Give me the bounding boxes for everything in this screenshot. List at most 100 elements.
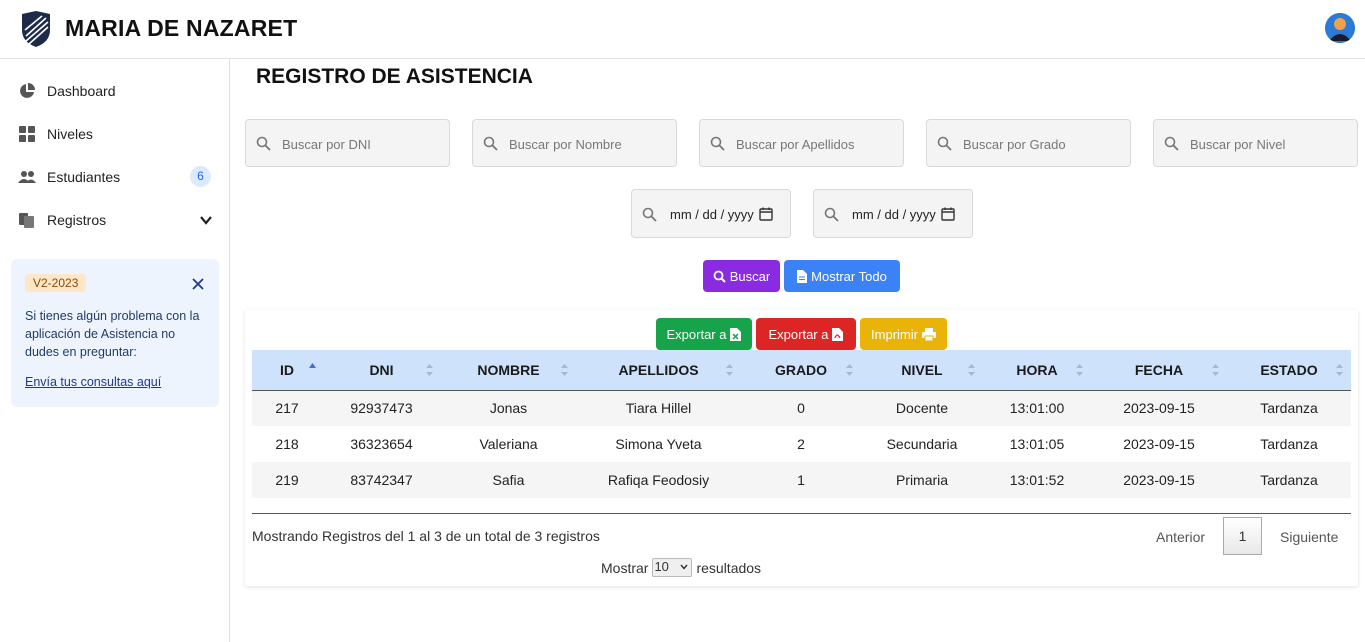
sidebar-item-registros[interactable]: Registros: [0, 200, 229, 240]
results-label: resultados: [696, 559, 762, 576]
cell-apellidos: Rafiqa Feodosiy: [607, 472, 710, 488]
cell-id: 218: [275, 436, 299, 452]
cell-nombre: Valeriana: [479, 436, 538, 452]
sidebar-item-dashboard[interactable]: Dashboard: [0, 71, 229, 111]
sort-icon: [1076, 364, 1083, 376]
sidebar-item-label: Estudiantes: [47, 169, 121, 185]
cell-fecha: 2023-09-15: [1123, 436, 1195, 452]
search-apellidos-field[interactable]: [699, 119, 904, 167]
cell-apellidos: Simona Yveta: [615, 436, 702, 452]
search-nivel-input[interactable]: [1190, 134, 1350, 154]
search-icon: [710, 136, 725, 151]
mostrar-todo-button[interactable]: Mostrar Todo: [784, 260, 900, 292]
export-excel-button[interactable]: Exportar a: [656, 318, 752, 350]
search-icon: [256, 136, 271, 151]
date-from-value: mm / dd / yyyy: [670, 207, 754, 222]
sort-icon: [426, 364, 433, 376]
pagination-page-1[interactable]: 1: [1223, 517, 1262, 555]
sidebar-item-niveles[interactable]: Niveles: [0, 114, 229, 154]
chevron-down-icon[interactable]: [199, 213, 213, 227]
print-label: Imprimir: [871, 326, 918, 342]
sidebar-item-label: Dashboard: [47, 83, 116, 99]
cell-hora: 13:01:05: [1009, 436, 1065, 452]
users-icon: [18, 171, 36, 183]
column-header-grado[interactable]: GRADO: [741, 350, 861, 391]
column-header-nivel[interactable]: NIVEL: [861, 350, 983, 391]
cell-nivel: Docente: [895, 400, 949, 417]
cell-grado: 2: [797, 436, 805, 452]
table-row: 219 83742347 Safia Rafiqa Feodosiy 1 Pri…: [252, 462, 1351, 498]
sort-icon: [1212, 364, 1219, 376]
user-avatar[interactable]: [1325, 13, 1355, 43]
page-length-control: Mostrar 10 resultados: [601, 558, 761, 577]
search-icon: [937, 136, 952, 151]
search-grado-input[interactable]: [963, 134, 1123, 154]
search-apellidos-input[interactable]: [736, 134, 896, 154]
pagination-next[interactable]: Siguiente: [1280, 529, 1338, 545]
column-header-id[interactable]: ID: [252, 350, 322, 391]
column-header-nombre[interactable]: NOMBRE: [441, 350, 576, 391]
search-nivel-field[interactable]: [1153, 119, 1358, 167]
cell-estado: Tardanza: [1260, 472, 1318, 488]
cell-nombre: Jonas: [489, 400, 528, 417]
top-bar: MARIA DE NAZARET: [0, 0, 1365, 59]
export-pdf-label: Exportar a: [768, 326, 829, 342]
column-header-dni[interactable]: DNI: [322, 350, 441, 391]
help-info-box: V2-2023 Si tienes algún problema con la …: [11, 259, 219, 407]
cell-grado: 1: [797, 472, 805, 488]
column-header-estado[interactable]: ESTADO: [1227, 350, 1351, 391]
table-row: 218 36323654 Valeriana Simona Yveta 2 Se…: [252, 426, 1351, 462]
column-header-fecha[interactable]: FECHA: [1091, 350, 1227, 391]
page-length-select[interactable]: 10: [652, 558, 693, 577]
help-link[interactable]: Envía tus consultas aquí: [25, 375, 161, 389]
close-icon[interactable]: [191, 277, 205, 291]
search-dni-field[interactable]: [245, 119, 450, 167]
sidebar-item-label: Niveles: [47, 126, 93, 142]
pagination-previous[interactable]: Anterior: [1156, 529, 1205, 545]
export-pdf-button[interactable]: Exportar a: [756, 318, 856, 350]
column-header-hora[interactable]: HORA: [983, 350, 1091, 391]
cell-fecha: 2023-09-15: [1123, 472, 1195, 488]
cell-estado: Tardanza: [1260, 436, 1318, 452]
cell-dni: 36323654: [350, 436, 413, 452]
file-excel-icon: [730, 327, 742, 341]
date-from-field[interactable]: mm / dd / yyyy: [631, 189, 791, 238]
sort-icon: [561, 364, 568, 376]
mostrar-todo-label: Mostrar Todo: [811, 268, 887, 284]
search-dni-input[interactable]: [282, 134, 442, 154]
table-divider: [252, 513, 1351, 514]
chevron-down-icon: [680, 564, 688, 570]
count-badge: 6: [190, 166, 211, 187]
cell-fecha: 2023-09-15: [1123, 400, 1195, 417]
pie-chart-icon: [20, 83, 35, 98]
cell-dni: 83742347: [350, 472, 413, 488]
cell-id: 219: [275, 472, 299, 488]
calendar-icon[interactable]: [759, 207, 773, 221]
brand-name: MARIA DE NAZARET: [65, 15, 298, 41]
search-nombre-input[interactable]: [509, 134, 669, 154]
copy-icon: [19, 213, 34, 228]
sort-asc-icon: [309, 363, 316, 368]
buscar-button[interactable]: Buscar: [703, 260, 780, 292]
show-label: Mostrar: [601, 559, 649, 576]
page-title: REGISTRO DE ASISTENCIA: [256, 65, 533, 88]
print-button[interactable]: Imprimir: [860, 318, 947, 350]
date-to-field[interactable]: mm / dd / yyyy: [813, 189, 973, 238]
cell-nombre: Safia: [492, 472, 525, 488]
search-grado-field[interactable]: [926, 119, 1131, 167]
cell-apellidos: Tiara Hillel: [625, 400, 692, 417]
search-icon: [483, 136, 498, 151]
sort-icon: [1336, 364, 1343, 376]
search-nombre-field[interactable]: [472, 119, 677, 167]
cell-grado: 0: [797, 400, 805, 417]
search-icon: [824, 207, 839, 222]
search-icon: [713, 270, 726, 283]
file-icon: [797, 269, 808, 283]
cell-estado: Tardanza: [1260, 400, 1318, 417]
sidebar-item-estudiantes[interactable]: Estudiantes 6: [0, 157, 229, 197]
calendar-icon[interactable]: [941, 207, 955, 221]
sort-icon: [968, 364, 975, 376]
cell-id: 217: [275, 400, 299, 417]
cell-nivel: Primaria: [895, 472, 949, 488]
column-header-apellidos[interactable]: APELLIDOS: [576, 350, 741, 391]
